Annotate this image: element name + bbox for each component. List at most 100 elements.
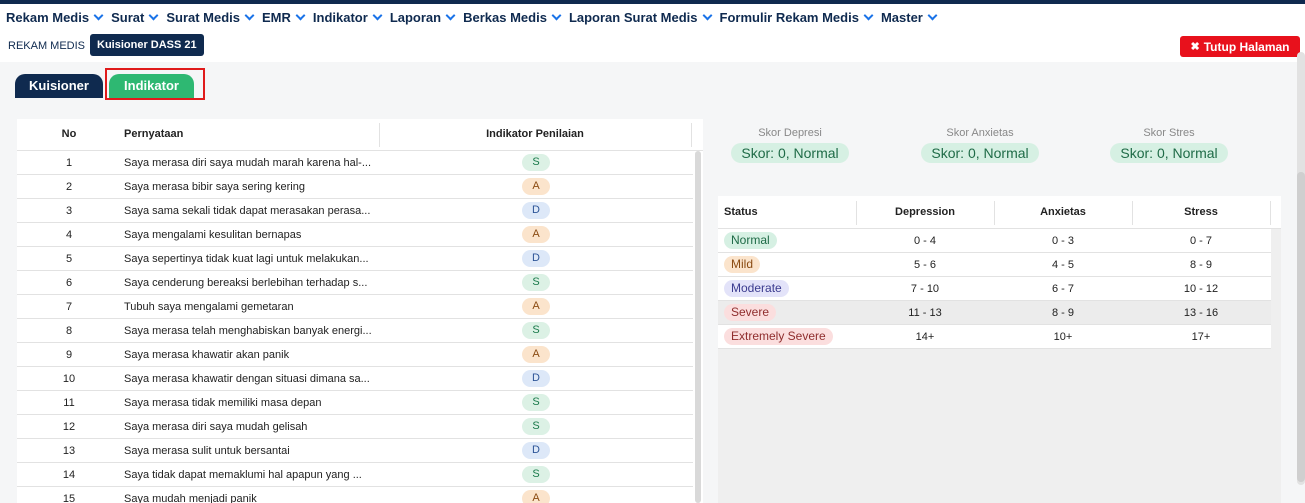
indicator-badge: S — [522, 466, 550, 483]
row-number: 13 — [62, 445, 76, 457]
breadcrumb-root[interactable]: REKAM MEDIS — [8, 40, 85, 52]
table-header: No Pernyataan Indikator Penilaian — [17, 119, 703, 151]
close-page-button[interactable]: ✖ Tutup Halaman — [1180, 36, 1300, 57]
row-number: 6 — [65, 277, 73, 289]
row-number: 12 — [62, 421, 76, 433]
header-anxietas[interactable]: Anxietas — [994, 206, 1132, 218]
row-statement: Saya tidak dapat memaklumi hal apapun ya… — [124, 469, 362, 481]
row-number: 10 — [62, 373, 76, 385]
status-badge: Moderate — [724, 280, 789, 297]
table-row[interactable]: 5 Saya sepertinya tidak kuat lagi untuk m… — [17, 247, 693, 271]
header-status[interactable]: Status — [724, 206, 758, 218]
indicator-badge: D — [522, 202, 550, 219]
status-badge: Extremely Severe — [724, 328, 833, 345]
table-row[interactable]: 11 Saya merasa tidak memiliki masa depan S — [17, 391, 693, 415]
table-row[interactable]: 4 Saya mengalami kesulitan bernapas A — [17, 223, 693, 247]
indicator-badge: D — [522, 370, 550, 387]
table-row[interactable]: 13 Saya merasa sulit untuk bersantai D — [17, 439, 693, 463]
menu-item[interactable]: EMR — [262, 10, 306, 25]
severity-row[interactable]: Mild 5 - 6 4 - 5 8 - 9 — [718, 253, 1271, 277]
row-number: 2 — [65, 181, 73, 193]
table-row[interactable]: 3 Saya sama sekali tidak dapat merasakan … — [17, 199, 693, 223]
menu-item[interactable]: Formulir Rekam Medis — [719, 9, 874, 25]
header-no[interactable]: No — [17, 128, 121, 140]
menu-item[interactable]: Surat — [111, 10, 159, 25]
status-badge: Severe — [724, 304, 777, 321]
range-anxietas: 8 - 9 — [1051, 307, 1074, 319]
menu-item-label: Laporan — [389, 9, 442, 25]
page-scrollbar-thumb[interactable] — [1297, 172, 1305, 482]
table-row[interactable]: 6 Saya cenderung bereaksi berlebihan terh… — [17, 271, 693, 295]
severity-table-header: Status Depression Anxietas Stress — [718, 196, 1281, 229]
table-row[interactable]: 10 Saya merasa khawatir dengan situasi di… — [17, 367, 693, 391]
severity-row[interactable]: Moderate 7 - 10 6 - 7 10 - 12 — [718, 277, 1271, 301]
chevron-down-icon — [372, 10, 383, 20]
row-statement: Saya merasa khawatir dengan situasi dima… — [124, 373, 370, 385]
table-row[interactable]: 8 Saya merasa telah menghabiskan banyak e… — [17, 319, 693, 343]
row-statement: Saya mudah menjadi panik — [124, 493, 257, 503]
menu-item-label: Formulir Rekam Medis — [719, 9, 859, 25]
chevron-down-icon — [551, 10, 562, 20]
menu-item[interactable]: Laporan — [389, 9, 456, 25]
menu-item[interactable]: Surat Medis — [166, 9, 255, 25]
range-anxietas: 6 - 7 — [1051, 283, 1074, 295]
range-depression: 0 - 4 — [913, 235, 936, 247]
range-anxietas: 4 - 5 — [1051, 259, 1074, 271]
table-row[interactable]: 15 Saya mudah menjadi panik A — [17, 487, 693, 503]
table-row[interactable]: 1 Saya merasa diri saya mudah marah karen… — [17, 151, 693, 175]
header-depression[interactable]: Depression — [856, 206, 994, 218]
severity-row[interactable]: Extremely Severe 14+ 10+ 17+ — [718, 325, 1271, 349]
score-stres: Skor Stres Skor: 0, Normal — [1099, 127, 1239, 163]
menu-item-label: Surat Medis — [166, 9, 241, 25]
indicator-badge: S — [522, 394, 550, 411]
row-number: 1 — [65, 157, 73, 169]
indicator-badge: S — [522, 418, 550, 435]
statement-table: No Pernyataan Indikator Penilaian 1 Saya … — [17, 119, 703, 503]
row-number: 7 — [65, 301, 73, 313]
row-statement: Tubuh saya mengalami gemetaran — [124, 301, 294, 313]
row-statement: Saya merasa diri saya mudah gelisah — [124, 421, 308, 433]
page-scrollbar[interactable] — [1297, 52, 1305, 485]
indicator-badge: A — [522, 226, 550, 243]
row-statement: Saya merasa diri saya mudah marah karena… — [124, 157, 372, 169]
header-indicator[interactable]: Indikator Penilaian — [379, 128, 691, 140]
indicator-badge: A — [522, 178, 550, 195]
chevron-down-icon — [927, 10, 938, 20]
severity-row[interactable]: Normal 0 - 4 0 - 3 0 - 7 — [718, 229, 1271, 253]
indicator-badge: D — [522, 250, 550, 267]
header-stress[interactable]: Stress — [1132, 206, 1270, 218]
table-row[interactable]: 7 Tubuh saya mengalami gemetaran A — [17, 295, 693, 319]
severity-table: Status Depression Anxietas Stress Normal… — [718, 196, 1281, 503]
range-depression: 14+ — [915, 331, 935, 343]
menu-item[interactable]: Laporan Surat Medis — [569, 10, 712, 25]
range-depression: 11 - 13 — [908, 307, 942, 319]
menu-item[interactable]: Master — [881, 10, 938, 25]
score-stres-label: Skor Stres — [1143, 127, 1195, 139]
chevron-down-icon — [244, 10, 255, 20]
table-scrollbar[interactable] — [695, 151, 701, 503]
status-badge: Mild — [724, 256, 761, 273]
menu-item[interactable]: Indikator — [313, 10, 383, 25]
menu-item[interactable]: Berkas Medis — [463, 10, 562, 25]
active-page-tab[interactable]: Kuisioner DASS 21 — [90, 34, 204, 56]
table-row[interactable]: 9 Saya merasa khawatir akan panik A — [17, 343, 693, 367]
main-menu: Rekam Medis Surat Surat Medis EMR Indikator L… — [0, 4, 1305, 30]
chevron-down-icon — [295, 10, 306, 20]
range-depression: 5 - 6 — [913, 259, 936, 271]
menu-item[interactable]: Rekam Medis — [6, 9, 104, 25]
table-row[interactable]: 12 Saya merasa diri saya mudah gelisah S — [17, 415, 693, 439]
tab-kuisioner[interactable]: Kuisioner — [15, 74, 103, 98]
header-statement[interactable]: Pernyataan — [124, 128, 183, 140]
score-anxietas-label: Skor Anxietas — [946, 127, 1014, 139]
sub-header: REKAM MEDIS Kuisioner DASS 21 ✖ Tutup Ha… — [0, 30, 1305, 62]
severity-row[interactable]: Severe 11 - 13 8 - 9 13 - 16 — [718, 301, 1271, 325]
table-row[interactable]: 2 Saya merasa bibir saya sering kering A — [17, 175, 693, 199]
row-statement: Saya merasa tidak memiliki masa depan — [124, 397, 322, 409]
indicator-badge: S — [522, 154, 550, 171]
table-row[interactable]: 14 Saya tidak dapat memaklumi hal apapun … — [17, 463, 693, 487]
highlight-box — [105, 68, 205, 100]
menu-item-label: Rekam Medis — [6, 9, 90, 25]
indicator-badge: A — [522, 346, 550, 363]
indicator-badge: S — [522, 322, 550, 339]
row-statement: Saya cenderung bereaksi berlebihan terha… — [124, 277, 368, 289]
